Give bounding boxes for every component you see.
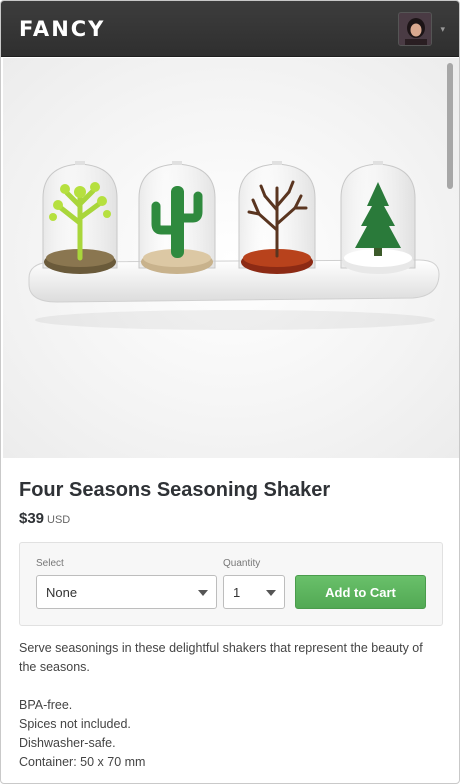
scrollbar[interactable] [447,63,453,189]
shakers-illustration [28,161,440,330]
quantity-label: Quantity [223,558,261,569]
feature-item: Spices not included. [19,717,131,731]
purchase-box: Select Quantity None 1 Add to Cart [19,542,443,626]
product-price: $39 USD [19,510,70,527]
chevron-down-icon[interactable]: ▾ [440,24,445,35]
dropdown-arrow-icon [266,590,276,596]
top-bar: FANCY ▾ [1,1,459,57]
price-currency: USD [47,514,71,526]
feature-item: Dishwasher-safe. [19,736,116,750]
app-window: FANCY ▾ Four Seasons Seasoning Shaker $3… [0,0,460,784]
option-select-value: None [46,584,78,600]
feature-item: Container: 50 x 70 mm [19,755,146,769]
user-menu[interactable]: ▾ [398,12,445,46]
feature-item: BPA-free. [19,698,73,712]
product-description: Serve seasonings in these delightful sha… [19,639,443,772]
dropdown-arrow-icon [198,590,208,596]
product-image [3,58,459,458]
product-title: Four Seasons Seasoning Shaker [19,479,331,501]
select-label: Select [36,558,64,569]
avatar[interactable] [398,12,433,46]
add-to-cart-button[interactable]: Add to Cart [295,575,426,609]
quantity-select-value: 1 [233,584,241,600]
description-intro: Serve seasonings in these delightful sha… [19,641,423,674]
option-select[interactable]: None [36,575,217,609]
fancy-logo[interactable]: FANCY [19,17,105,41]
quantity-select[interactable]: 1 [223,575,285,609]
price-amount: $39 [19,510,45,527]
